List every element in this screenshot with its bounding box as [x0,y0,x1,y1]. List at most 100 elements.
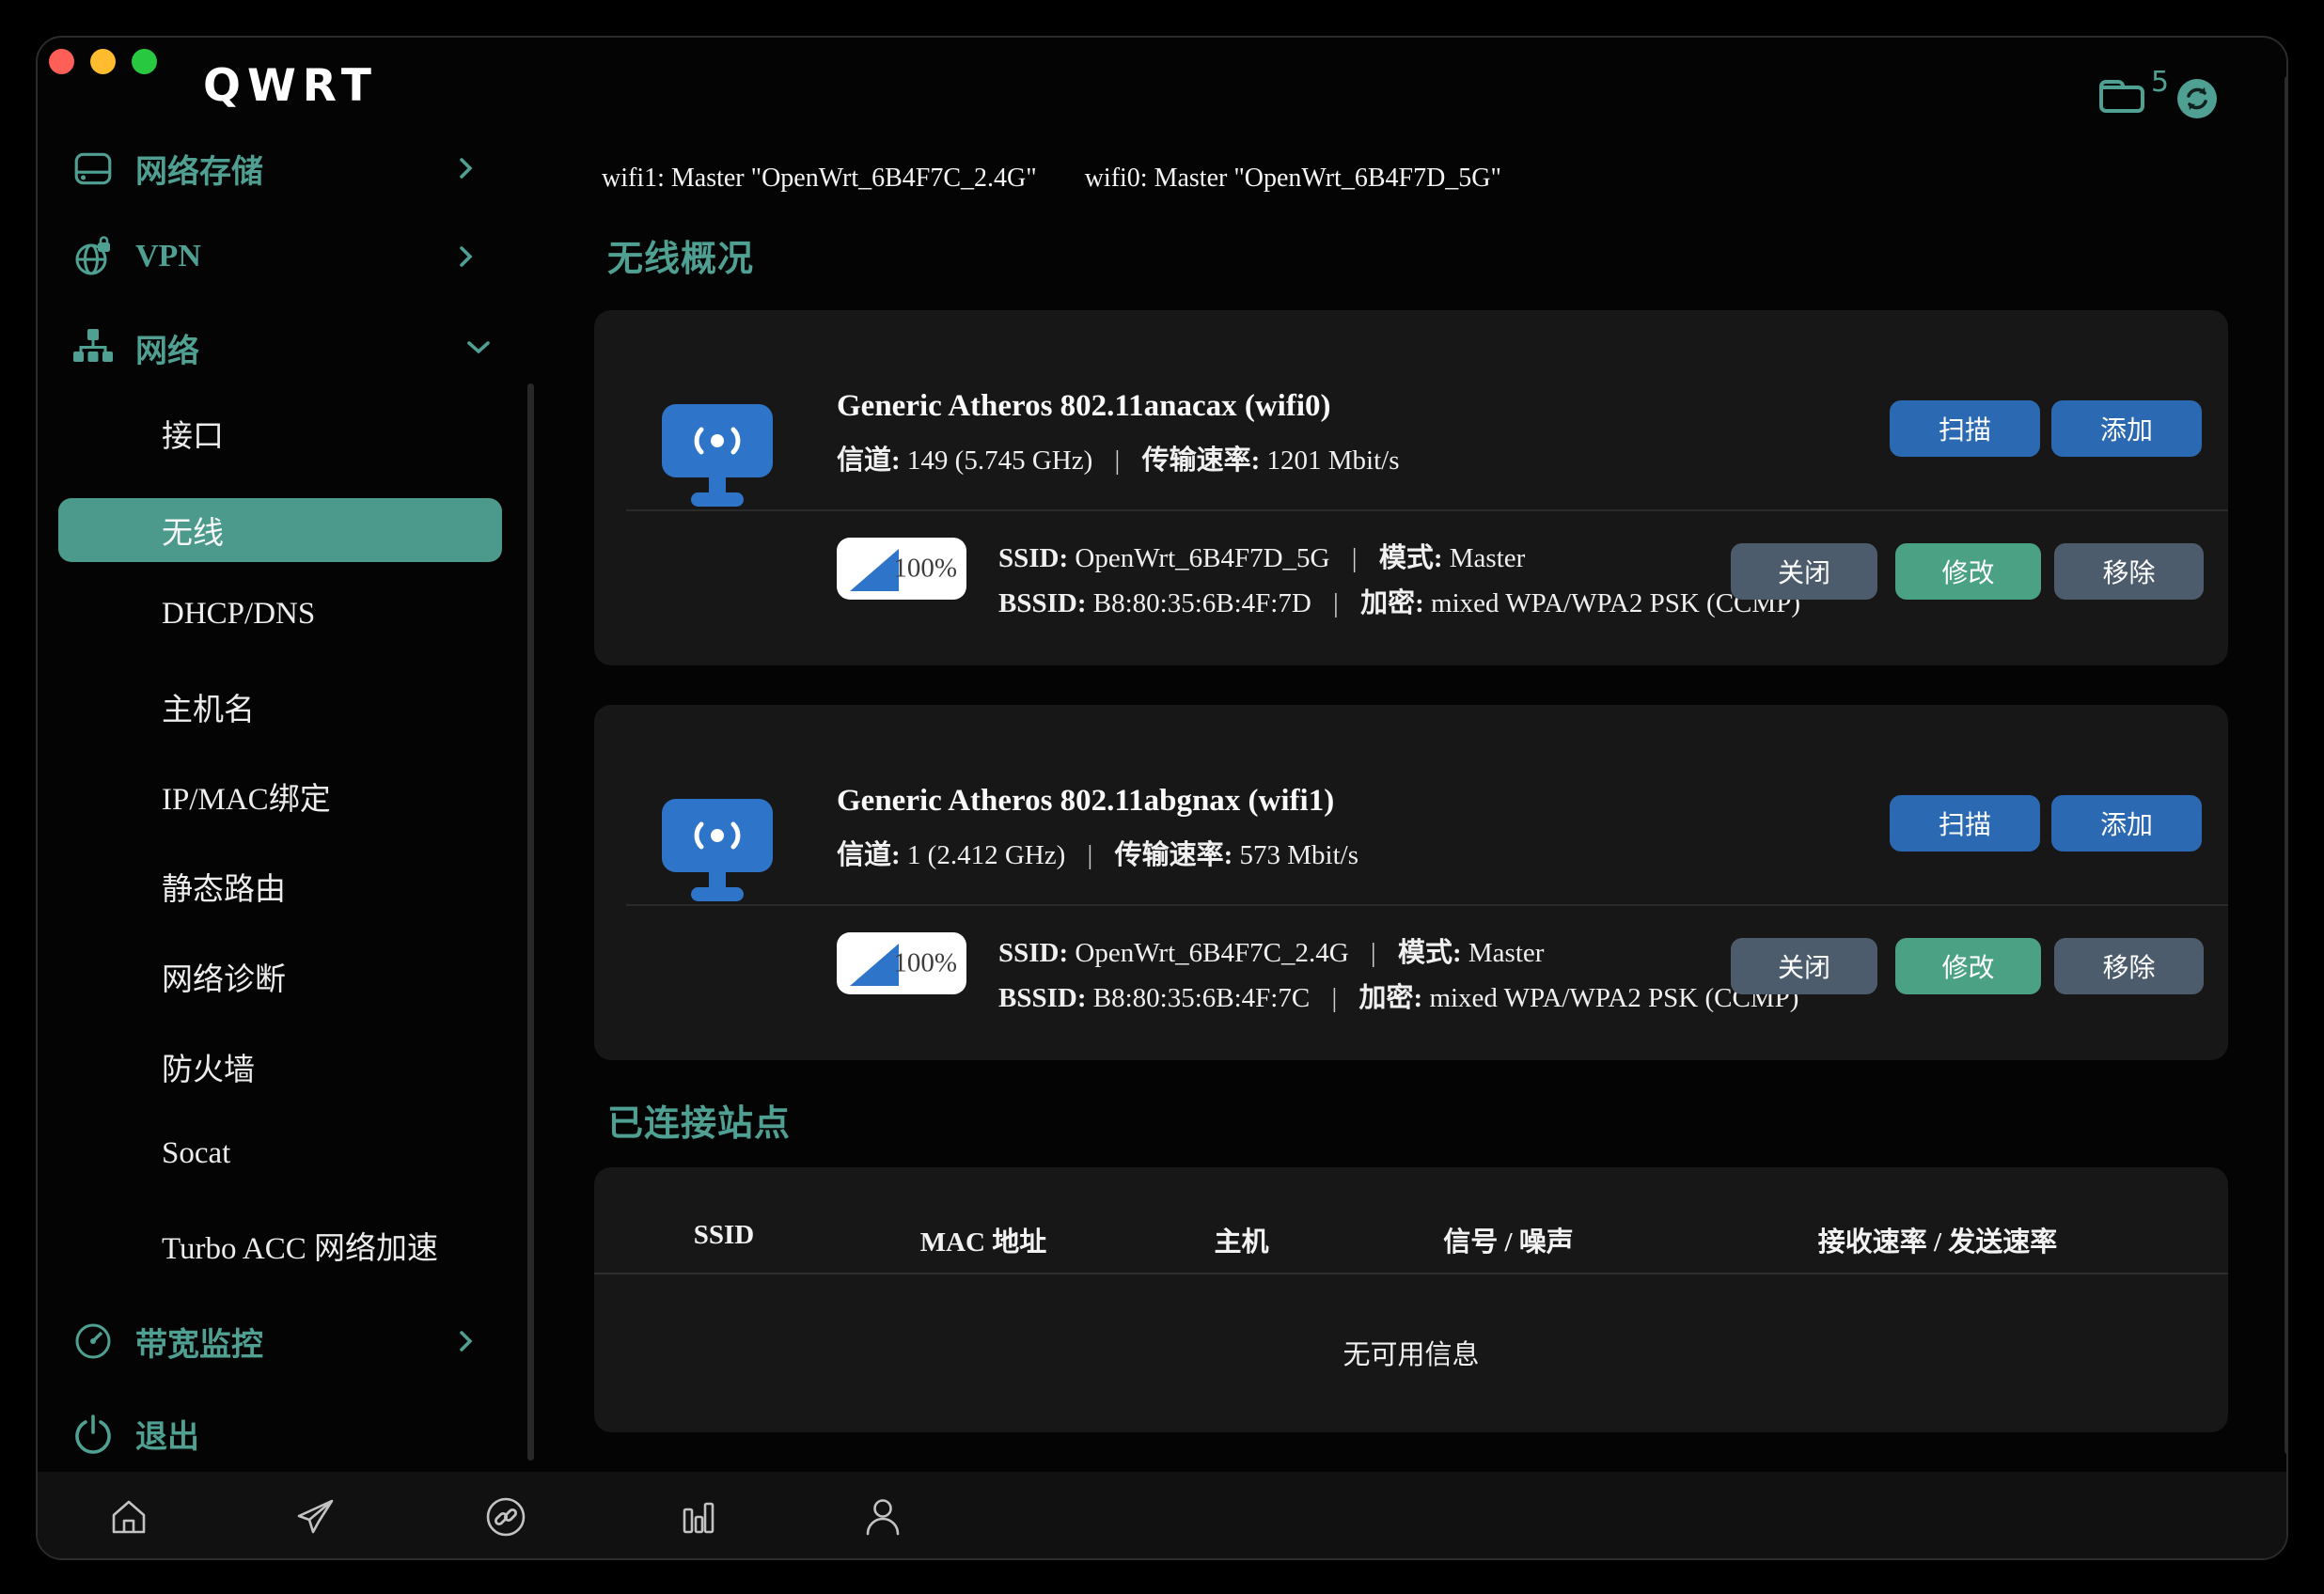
bssid-label: BSSID: [998,983,1087,1013]
sidebar-item-interfaces[interactable]: 接口 [162,407,500,460]
mode-value: Master [1468,938,1545,968]
wifi-device-icon [660,793,775,904]
network-tree-icon [71,326,115,369]
chevron-right-icon [459,157,474,180]
sidebar-scrollbar[interactable] [527,383,534,1461]
scan-button[interactable]: 扫描 [1890,795,2040,852]
sidebar-item-label: DHCP/DNS [162,597,315,632]
column-header-ssid: SSID [594,1220,854,1259]
channel-label: 信道: [837,840,901,870]
user-icon[interactable] [860,1494,905,1539]
wifi1-status: wifi1: Master "OpenWrt_6B4F7C_2.4G" [602,164,1037,193]
sidebar-item-wireless-selected[interactable]: 无线 [58,498,502,562]
ssid-label: SSID: [998,938,1068,968]
screen: QWRT 5 [0,0,2324,1594]
drive-icon [71,147,115,190]
bssid-value: B8:80:35:6B:4F:7C [1093,983,1310,1013]
column-header-rx-tx-rate: 接收速率 / 发送速率 [1647,1220,2228,1259]
radio-channel-rate: 信道: 1 (2.412 GHz) | 传输速率: 573 Mbit/s [837,833,1358,872]
link-circle-icon[interactable] [483,1494,528,1539]
send-plane-icon[interactable] [292,1494,338,1539]
sidebar-item-label: 接口 [162,411,224,456]
main-scrollbar[interactable] [2285,75,2288,1455]
sidebar-item-label: IP/MAC绑定 [162,774,331,819]
sidebar-item-label: 静态路由 [162,864,286,909]
chevron-down-icon [466,340,491,355]
zoom-window-button[interactable] [132,49,157,74]
column-header-mac: MAC 地址 [854,1220,1113,1259]
radio-channel-rate: 信道: 149 (5.745 GHz) | 传输速率: 1201 Mbit/s [837,438,1399,477]
encryption-label: 加密: [1360,588,1424,618]
disable-button[interactable]: 关闭 [1731,938,1877,994]
wifi-device-icon [660,398,775,509]
separator: | [1331,983,1337,1013]
separator: | [1115,445,1121,476]
radio-name: Generic Atheros 802.11anacax (wifi0) [837,389,1331,424]
sidebar-item-label: 网络 [135,325,199,371]
home-icon[interactable] [106,1494,151,1539]
wireless-radio-card: Generic Atheros 802.11anacax (wifi0) 信道:… [594,310,2228,665]
ssid-mode-line: SSID: OpenWrt_6B4F7D_5G | 模式: Master [998,536,1525,575]
separator: | [1088,840,1093,870]
wifi0-status: wifi0: Master "OpenWrt_6B4F7D_5G" [1085,164,1501,193]
sidebar-item-label: 网络存储 [135,146,263,192]
refresh-button[interactable] [2175,77,2219,120]
add-button[interactable]: 添加 [2051,795,2202,852]
remove-button[interactable]: 移除 [2054,543,2204,600]
add-button[interactable]: 添加 [2051,400,2202,457]
bssid-encryption-line: BSSID: B8:80:35:6B:4F:7C | 加密: mixed WPA… [998,976,1798,1015]
channel-label: 信道: [837,445,901,476]
ssid-value: OpenWrt_6B4F7D_5G [1075,543,1329,573]
sidebar-item-hostname[interactable]: 主机名 [162,680,500,733]
bottom-dock [38,1472,2286,1560]
wifi-status-line: wifi1: Master "OpenWrt_6B4F7C_2.4G" wifi… [602,164,1501,194]
close-window-button[interactable] [49,49,74,74]
sidebar-item-vpn[interactable]: VPN [58,230,528,283]
vpn-globe-lock-icon [71,235,115,278]
minimize-window-button[interactable] [90,49,116,74]
sidebar-item-socat[interactable]: Socat [162,1127,500,1180]
rate-value: 573 Mbit/s [1239,840,1358,870]
sidebar-item-storage[interactable]: 网络存储 [58,142,528,195]
card-divider [626,509,2228,511]
sidebar-item-ip-mac-binding[interactable]: IP/MAC绑定 [162,770,500,822]
rate-value: 1201 Mbit/s [1266,445,1399,476]
ssid-mode-line: SSID: OpenWrt_6B4F7C_2.4G | 模式: Master [998,930,1544,970]
disable-button[interactable]: 关闭 [1731,543,1877,600]
tab-count: 5 [2151,66,2169,99]
sidebar-item-static-routes[interactable]: 静态路由 [162,860,500,913]
app-window: QWRT 5 [36,36,2288,1560]
wireless-overview-heading: 无线概况 [607,229,754,281]
ssid-label: SSID: [998,543,1068,573]
gauge-icon [71,1320,115,1363]
encryption-label: 加密: [1359,983,1423,1013]
separator: | [1352,543,1358,573]
sidebar-item-label: Turbo ACC 网络加速 [162,1223,438,1268]
remove-button[interactable]: 移除 [2054,938,2204,994]
edit-button[interactable]: 修改 [1895,543,2041,600]
sidebar-item-bandwidth-monitor[interactable]: 带宽监控 [58,1315,528,1367]
card-divider [626,904,2228,906]
sidebar-item-label: 主机名 [162,684,255,729]
scan-button[interactable]: 扫描 [1890,400,2040,457]
sidebar-item-label: 防火墙 [162,1044,255,1089]
sidebar-item-dhcp-dns[interactable]: DHCP/DNS [162,587,500,640]
sidebar-item-diagnostics[interactable]: 网络诊断 [162,950,500,1003]
sidebar-item-firewall[interactable]: 防火墙 [162,1040,500,1093]
sidebar-item-label: 退出 [135,1411,199,1457]
signal-strength-badge: 100% [837,932,966,994]
sidebar-item-turboacc[interactable]: Turbo ACC 网络加速 [162,1219,500,1272]
bar-chart-icon[interactable] [672,1494,717,1539]
chevron-right-icon [459,245,474,268]
sidebar-item-logout[interactable]: 退出 [58,1407,528,1460]
connected-stations-heading: 已连接站点 [607,1094,791,1146]
bssid-label: BSSID: [998,588,1087,618]
connected-stations-table: SSID MAC 地址 主机 信号 / 噪声 接收速率 / 发送速率 无可用信息 [594,1167,2228,1432]
bssid-encryption-line: BSSID: B8:80:35:6B:4F:7D | 加密: mixed WPA… [998,581,1800,620]
table-header-divider [594,1273,2228,1274]
sidebar-item-label: 带宽监控 [135,1319,263,1365]
power-icon [71,1412,115,1455]
sidebar-item-network[interactable]: 网络 [58,321,528,374]
edit-button[interactable]: 修改 [1895,938,2041,994]
signal-strength-badge: 100% [837,538,966,600]
